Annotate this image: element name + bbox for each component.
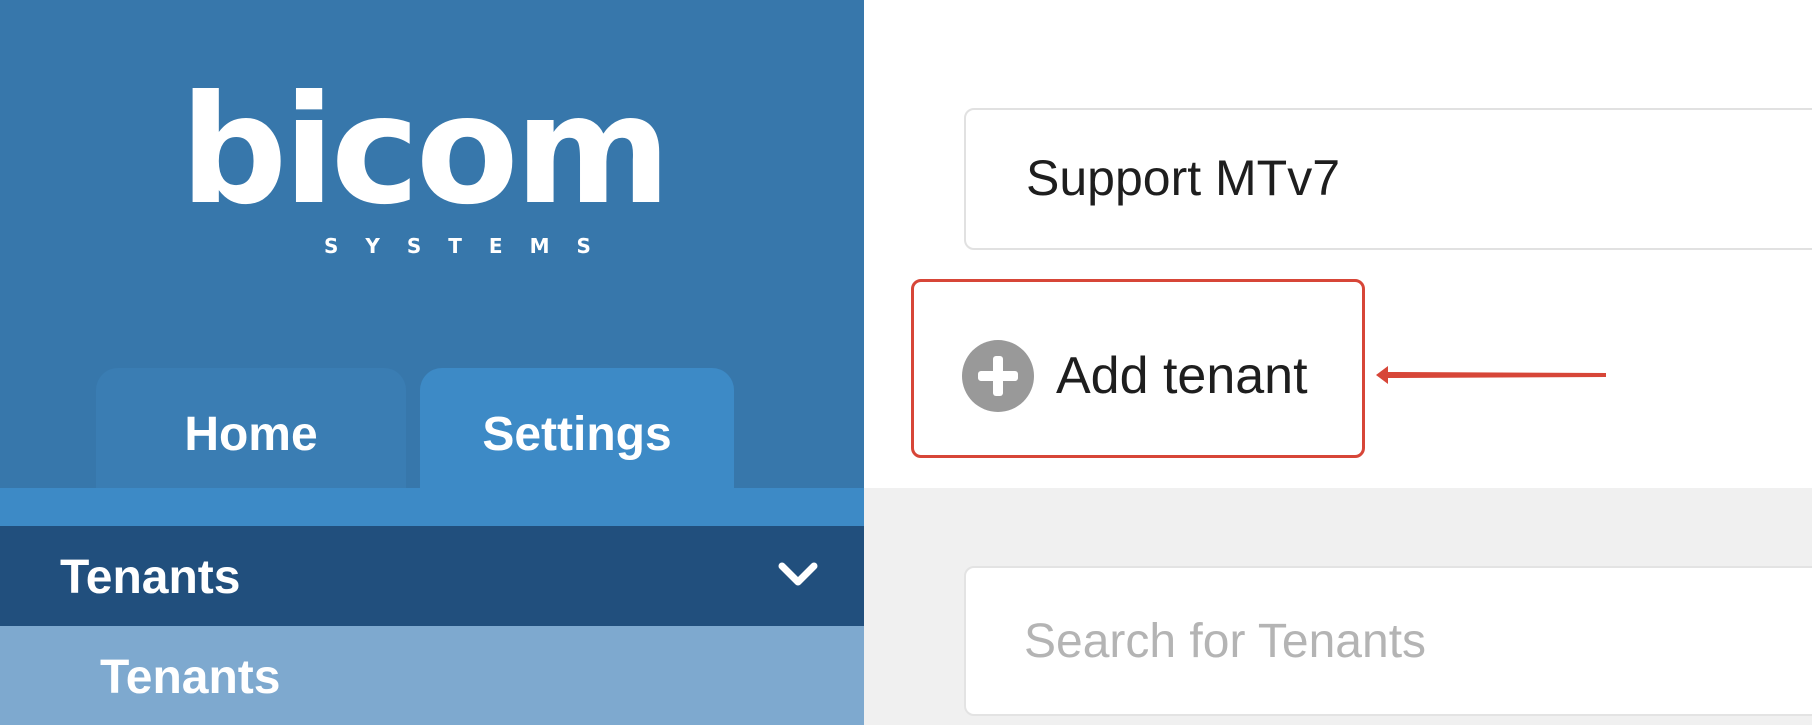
logo-subtitle: SYSTEMS: [324, 234, 618, 258]
search-input[interactable]: [964, 566, 1812, 716]
tab-strip: [0, 488, 864, 526]
sidebar: bicom SYSTEMS Home Settings Tenants Tena…: [0, 0, 864, 725]
logo-wordmark: bicom: [180, 64, 671, 238]
tenant-selector[interactable]: Support MTv7: [964, 108, 1812, 250]
annotation-arrow: [1376, 366, 1606, 384]
tab-home[interactable]: Home: [96, 368, 406, 488]
sidebar-item-tenants[interactable]: Tenants: [0, 626, 864, 725]
sidebar-section-label: Tenants: [60, 551, 241, 604]
plus-circle-icon: [962, 340, 1034, 412]
add-tenant-button[interactable]: Add tenant: [962, 336, 1342, 416]
add-tenant-label: Add tenant: [1056, 347, 1308, 405]
sidebar-item-label: Tenants: [100, 651, 281, 704]
chevron-down-icon: [778, 562, 818, 586]
bicom-systems-logo: bicom SYSTEMS: [180, 76, 671, 266]
tenant-selector-value: Support MTv7: [1026, 150, 1341, 206]
tab-settings[interactable]: Settings: [420, 368, 734, 488]
sidebar-section-tenants[interactable]: Tenants: [0, 526, 864, 626]
